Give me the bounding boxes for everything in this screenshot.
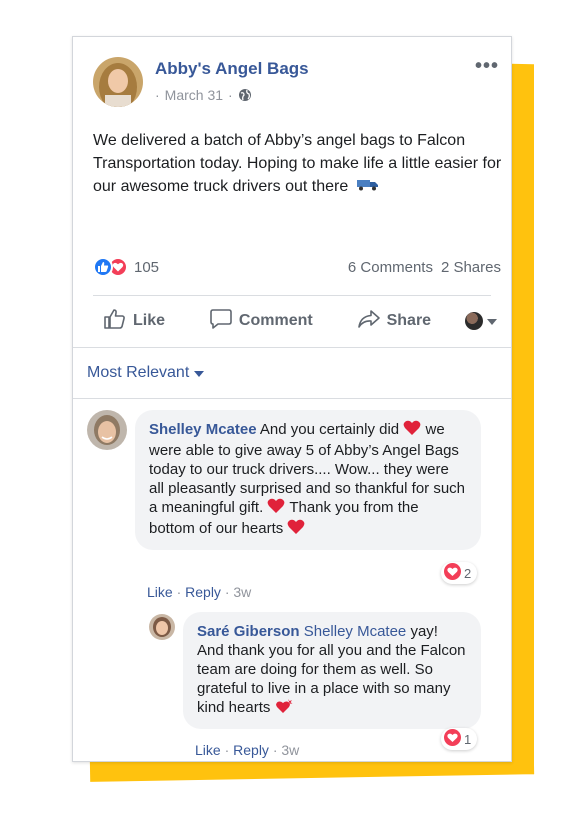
love-reaction-icon [444,729,461,749]
divider [93,295,491,296]
post-meta: · March 31 · [155,87,252,103]
avatar [464,312,483,330]
like-label: Like [133,312,166,329]
reply-timestamp[interactable]: 3w [281,742,299,758]
meta-separator: · [228,87,233,103]
comment-filter-label: Most Relevant [87,364,190,381]
love-reaction-icon [444,563,461,583]
comment-reaction-count: 2 [464,565,472,581]
share-button[interactable]: Share [347,308,441,335]
reply-reply-link[interactable]: Reply [233,742,269,758]
reply-author-link[interactable]: Saré Giberson [197,623,300,640]
comment-like-link[interactable]: Like [147,584,173,600]
page-name-link[interactable]: Abby's Angel Bags [155,59,309,79]
comment-text: And you certainly did [259,421,400,438]
share-label: Share [386,312,432,329]
page-avatar[interactable] [93,57,143,107]
comment-reply-link[interactable]: Reply [185,584,221,600]
heart-icon [403,420,421,441]
comment-bubble: Shelley Mcatee And you certainly did we … [135,410,481,550]
commenter-avatar[interactable] [87,410,127,450]
caret-down-icon [194,364,205,382]
comment-reaction-badge[interactable]: 2 [441,562,478,584]
caret-down-icon [486,312,497,330]
comment-icon [209,308,233,335]
comment-author-link[interactable]: Shelley Mcatee [149,421,257,438]
like-button[interactable]: Like [93,308,175,335]
post-stats: 6 Comments 2 Shares [348,259,501,276]
heart-icon [287,519,305,540]
share-icon [357,308,381,335]
comment-label: Comment [238,312,313,329]
facebook-post-card: Abby's Angel Bags · March 31 · ••• We de… [72,36,512,762]
post-actions-bar: Like Comment Share [93,303,497,339]
heart-icon [267,498,285,519]
comment-actions: Like · Reply · 3w [147,584,252,600]
reply-actions: Like · Reply · 3w [195,742,300,758]
reaction-summary[interactable]: 105 [93,257,159,277]
divider [73,398,511,399]
comment-filter-dropdown[interactable]: Most Relevant [87,364,205,382]
comment-timestamp[interactable]: 3w [233,584,251,600]
reply-reaction-badge[interactable]: 1 [441,728,478,750]
comments-section: Most Relevant Shelley Mcatee And you cer… [73,347,511,761]
post-body: We delivered a batch of Abby’s angel bag… [93,132,502,195]
comment-button[interactable]: Comment [199,308,323,335]
truck-icon [356,175,379,198]
yellow-accent-right [510,63,534,775]
react-as-selector[interactable] [464,312,497,330]
post-text: We delivered a batch of Abby’s angel bag… [93,129,513,198]
shares-count-link[interactable]: 2 Shares [441,259,501,276]
reaction-count: 105 [134,258,160,276]
reply-author-avatar[interactable] [149,614,175,640]
like-reaction-icon [93,257,113,277]
reply-reaction-count: 1 [464,731,472,747]
heart-icon [275,698,293,719]
thumbs-up-icon [103,308,127,335]
comments-count-link[interactable]: 6 Comments [348,259,433,276]
mention-tag-link[interactable]: Shelley Mcatee [304,623,407,640]
reply-like-link[interactable]: Like [195,742,221,758]
globe-icon [238,88,252,102]
meta-separator: · [155,87,160,103]
post-date[interactable]: March 31 [165,87,223,103]
reply-bubble: Saré Giberson Shelley Mcatee yay! And th… [183,612,481,729]
more-options-icon[interactable]: ••• [475,55,499,78]
